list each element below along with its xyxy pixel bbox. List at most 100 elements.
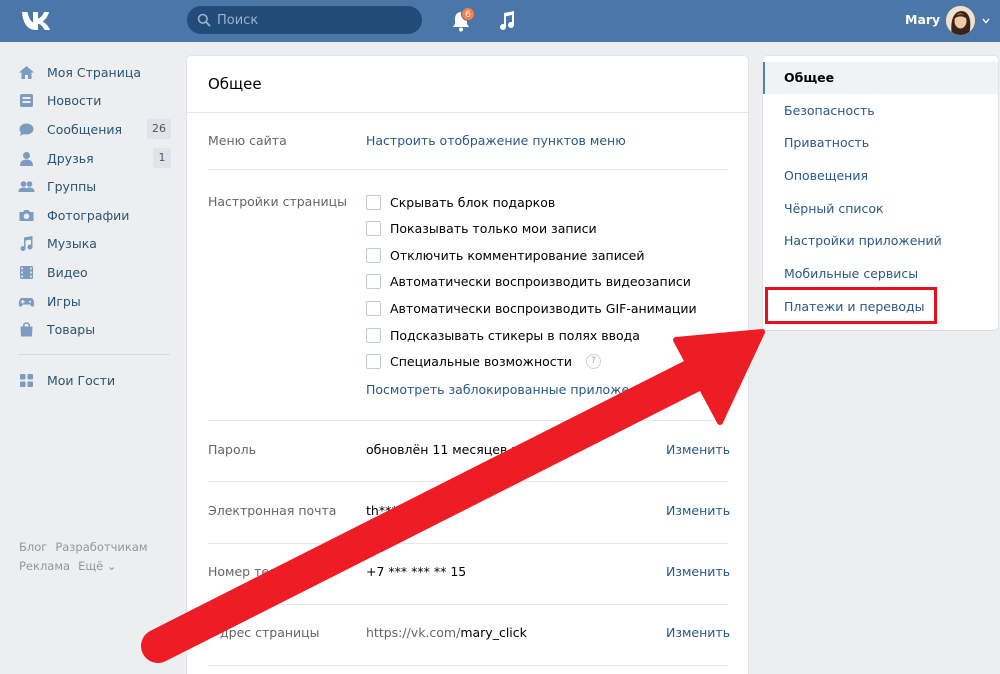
customize-menu-link[interactable]: Настроить отображение пунктов меню: [366, 133, 626, 148]
email-value: th*** ...om: [366, 503, 434, 518]
sidebar-item-label: Моя Страница: [47, 64, 141, 80]
change-address-link[interactable]: Изменить: [666, 625, 730, 640]
news-icon: [20, 94, 33, 108]
apps-icon: [20, 373, 33, 387]
nav-item-general[interactable]: Общее: [763, 62, 998, 94]
nav-item-privacy[interactable]: Приватность: [763, 127, 998, 159]
nav-item-security[interactable]: Безопасность: [763, 95, 998, 127]
page-address-value: https://vk.com/mary_click: [366, 625, 527, 640]
music-icon: [20, 236, 33, 252]
checkbox-accessibility[interactable]: Специальные возможности ?: [366, 352, 602, 370]
footer-link-more[interactable]: Ещё ⌄: [78, 559, 116, 573]
checkbox-label: Отключить комментирование записей: [390, 247, 645, 263]
address-prefix: https://vk.com/: [366, 625, 461, 640]
checkbox-label: Специальные возможности: [390, 353, 573, 369]
checkbox-hide-gifts[interactable]: Скрывать блок подарков: [366, 193, 555, 211]
email-label: Электронная почта: [208, 503, 337, 518]
nav-item-app-settings[interactable]: Настройки приложений: [763, 225, 998, 257]
sidebar-item-video[interactable]: Видео: [18, 258, 178, 287]
bag-icon: [20, 322, 33, 337]
home-icon: [19, 65, 34, 79]
checkbox[interactable]: [366, 353, 381, 369]
friends-icon: [20, 151, 33, 166]
nav-item-mobile-services[interactable]: Мобильные сервисы: [763, 258, 998, 290]
change-email-link[interactable]: Изменить: [666, 503, 730, 518]
blocked-apps-link[interactable]: Посмотреть заблокированные приложе: [366, 382, 629, 397]
sidebar-item-label: Новости: [47, 93, 102, 109]
checkbox-label: Автоматически воспроизводить GIF-анимаци…: [390, 300, 697, 316]
notifications-badge: 6: [461, 7, 475, 21]
checkbox-label: Автоматически воспроизводить видеозаписи: [390, 273, 691, 289]
search-box[interactable]: [187, 6, 422, 34]
phone-value: +7 *** *** ** 15: [366, 564, 467, 579]
checkbox-suggest-stickers[interactable]: Подсказывать стикеры в полях ввода: [366, 326, 640, 344]
groups-icon: [18, 181, 35, 193]
sidebar-item-news[interactable]: Новости: [18, 87, 178, 116]
checkbox-disable-comments[interactable]: Отключить комментирование записей: [366, 246, 645, 264]
row-divider: [208, 604, 728, 605]
video-icon: [20, 265, 33, 279]
sidebar-divider: [18, 353, 170, 355]
checkbox[interactable]: [366, 220, 381, 236]
row-divider: [208, 665, 728, 666]
sidebar-item-label: Игры: [47, 293, 81, 309]
footer-link-ads[interactable]: Реклама: [19, 559, 70, 573]
footer-links: Блог Разработчикам Реклама Ещё ⌄: [19, 538, 179, 576]
sidebar-item-messages[interactable]: Сообщения 26: [18, 115, 178, 144]
change-phone-link[interactable]: Изменить: [666, 564, 730, 579]
footer-link-blog[interactable]: Блог: [19, 540, 47, 554]
checkbox[interactable]: [366, 273, 381, 289]
sidebar-item-label: Товары: [47, 322, 96, 338]
checkbox[interactable]: [366, 194, 381, 210]
search-input[interactable]: [217, 6, 417, 34]
page-settings-label: Настройки страницы: [208, 194, 347, 209]
checkbox-autoplay-gif[interactable]: Автоматически воспроизводить GIF-анимаци…: [366, 299, 697, 317]
checkbox-only-my-posts[interactable]: Показывать только мои записи: [366, 219, 597, 237]
nav-item-blacklist[interactable]: Чёрный список: [763, 193, 998, 225]
checkbox[interactable]: [366, 327, 381, 343]
sidebar-item-label: Фотографии: [47, 207, 130, 223]
music-icon[interactable]: [497, 10, 517, 32]
messages-count-badge: 26: [147, 119, 171, 140]
checkbox-autoplay-video[interactable]: Автоматически воспроизводить видеозаписи: [366, 272, 691, 290]
sidebar-item-label: Музыка: [47, 236, 97, 252]
page-title: Общее: [208, 75, 262, 93]
sidebar-item-photos[interactable]: Фотографии: [18, 201, 178, 230]
checkbox-label: Скрывать блок подарков: [390, 194, 556, 210]
footer-link-developers[interactable]: Разработчикам: [55, 540, 147, 554]
settings-nav: Общее Безопасность Приватность Оповещени…: [763, 56, 998, 330]
row-divider: [208, 543, 728, 544]
friends-count-badge: 1: [153, 147, 171, 168]
search-icon: [197, 13, 211, 27]
chevron-down-icon[interactable]: [982, 18, 990, 24]
sidebar-item-label: Друзья: [47, 150, 94, 166]
gamepad-icon: [18, 297, 35, 307]
sidebar-item-label: Мои Гости: [47, 372, 116, 388]
checkbox[interactable]: [366, 300, 381, 316]
sidebar-item-games[interactable]: Игры: [18, 287, 178, 316]
address-username: mary_click: [460, 625, 527, 640]
settings-panel: Общее Меню сайта Настроить отображение п…: [187, 56, 748, 674]
checkbox[interactable]: [366, 247, 381, 263]
nav-item-payments[interactable]: Платежи и переводы: [763, 291, 998, 323]
sidebar-item-goods[interactable]: Товары: [18, 315, 178, 344]
sidebar-item-my-page[interactable]: Моя Страница: [18, 58, 178, 87]
sidebar-item-friends[interactable]: Друзья 1: [18, 144, 178, 173]
messages-icon: [19, 123, 34, 136]
title-divider: [187, 112, 748, 113]
change-password-link[interactable]: Изменить: [666, 442, 730, 457]
checkbox-label: Показывать только мои записи: [390, 220, 597, 236]
sidebar-item-groups[interactable]: Группы: [18, 172, 178, 201]
avatar[interactable]: [946, 6, 975, 35]
vk-logo-icon[interactable]: [20, 9, 54, 33]
row-divider: [208, 420, 728, 421]
top-bar: 6 Mary: [0, 0, 1000, 42]
sidebar-item-my-guests[interactable]: Мои Гости: [18, 366, 178, 395]
sidebar-item-music[interactable]: Музыка: [18, 230, 178, 259]
checkbox-label: Подсказывать стикеры в полях ввода: [390, 327, 640, 343]
sidebar-item-label: Сообщения: [47, 121, 123, 137]
help-icon[interactable]: ?: [586, 353, 602, 369]
page-address-label: дрес страницы: [220, 625, 320, 640]
nav-item-notifications[interactable]: Оповещения: [763, 160, 998, 192]
user-name[interactable]: Mary: [905, 12, 940, 27]
